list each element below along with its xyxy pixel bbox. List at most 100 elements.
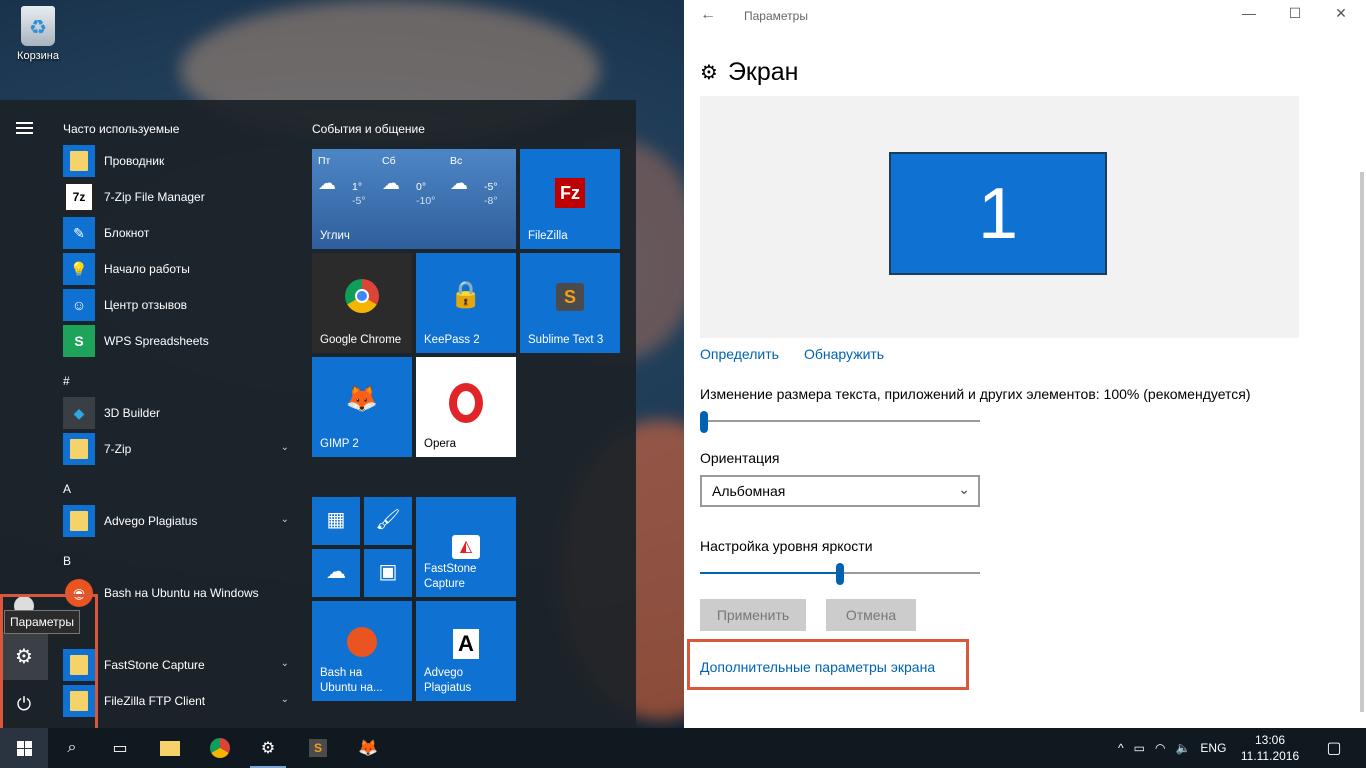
close-button[interactable]: ✕ <box>1318 5 1364 22</box>
gimp-icon[interactable]: 🦊 <box>344 728 392 768</box>
opera-icon <box>416 383 516 430</box>
chevron-down-icon[interactable]: ⌄ <box>281 694 289 705</box>
settings-gear-icon[interactable]: ⚙ <box>0 632 48 680</box>
calculator-tile[interactable]: ▦ <box>312 497 360 545</box>
notepad-icon: ✎ <box>63 217 95 249</box>
recycle-bin[interactable]: Корзина <box>12 6 64 62</box>
tile-label: GIMP 2 <box>320 437 359 450</box>
battery-icon[interactable]: ▭ <box>1134 741 1145 755</box>
weather-day-label: Вс <box>450 155 463 167</box>
volume-icon[interactable]: 🔈 <box>1175 741 1190 755</box>
title-bar: ← Параметры — ☐ ✕ <box>684 0 1366 32</box>
app-label: 7-Zip File Manager <box>104 190 205 204</box>
filezilla-tile[interactable]: Fz FileZilla <box>520 149 620 249</box>
gear-icon: ⚙ <box>700 62 718 84</box>
apply-button[interactable]: Применить <box>700 599 806 631</box>
power-icon[interactable]: ⏻ <box>0 680 48 728</box>
chrome-icon[interactable] <box>196 728 244 768</box>
detect-link[interactable]: Обнаружить <box>804 346 884 362</box>
cloud-icon: ☁ <box>450 173 468 193</box>
bash-tile[interactable]: Bash на Ubuntu на... <box>312 601 412 701</box>
app-label: FileZilla FTP Client <box>104 694 206 708</box>
ubuntu-icon <box>312 627 412 664</box>
sublime-icon[interactable]: S <box>294 728 342 768</box>
hamburger-menu-icon[interactable] <box>16 122 33 137</box>
app-list-item[interactable]: S WPS Spreadsheets <box>63 324 293 358</box>
app-list-item[interactable]: 💡 Начало работы <box>63 252 293 286</box>
tray-icons: ^ ▭ ◠ 🔈 ENG <box>1118 728 1226 768</box>
filezilla-icon: Fz <box>520 175 620 208</box>
identify-link[interactable]: Определить <box>700 346 779 362</box>
app-list-item[interactable]: Advego Plagiatus ⌄ <box>63 504 293 538</box>
scrollbar-thumb[interactable] <box>1360 172 1364 712</box>
opera-tile[interactable]: Opera <box>416 357 516 457</box>
keepass-tile[interactable]: 🔒 KeePass 2 <box>416 253 516 353</box>
tile-label: FastStone Capture <box>424 563 477 590</box>
app-list-item[interactable]: 7-Zip ⌄ <box>63 432 293 466</box>
paint-tile[interactable]: 🖌 <box>364 497 412 545</box>
start-button[interactable] <box>0 728 48 768</box>
notifications-icon[interactable]: ▢ <box>1310 728 1358 768</box>
chevron-down-icon[interactable]: ⌄ <box>281 442 289 453</box>
weather-high: 0° <box>416 181 427 193</box>
back-arrow-icon[interactable]: ← <box>700 6 716 24</box>
chrome-icon <box>312 279 412 320</box>
faststone-tile[interactable]: ◭ FastStone Capture <box>416 497 516 597</box>
app-label: Начало работы <box>104 262 190 276</box>
cancel-button[interactable]: Отмена <box>826 599 916 631</box>
gimp-tile[interactable]: 🦊 GIMP 2 <box>312 357 412 457</box>
slider-thumb[interactable] <box>700 411 708 433</box>
clock[interactable]: 13:06 11.11.2016 <box>1240 732 1300 764</box>
recycle-bin-label: Корзина <box>17 50 59 62</box>
folder-icon <box>63 433 95 465</box>
weather-day-label: Пт <box>318 155 331 167</box>
app-list-item[interactable]: 7z 7-Zip File Manager <box>63 180 293 214</box>
photos-tile[interactable]: ▣ <box>364 549 412 597</box>
clock-date: 11.11.2016 <box>1240 749 1300 764</box>
calculator-icon: ▦ <box>326 509 346 531</box>
slider-thumb[interactable] <box>836 563 844 585</box>
advanced-display-link[interactable]: Дополнительные параметры экрана <box>700 659 935 675</box>
file-explorer-icon[interactable] <box>146 728 194 768</box>
task-view-icon[interactable]: ▭ <box>96 728 144 768</box>
chevron-up-icon[interactable]: ^ <box>1118 741 1124 755</box>
settings-tooltip: Параметры <box>4 610 80 634</box>
feedback-icon: ☺ <box>63 289 95 321</box>
chrome-tile[interactable]: Google Chrome <box>312 253 412 353</box>
weather-small-tile[interactable]: ☁ <box>312 549 360 597</box>
search-icon[interactable]: ⌕ <box>48 728 96 768</box>
monitor-1[interactable]: 1 <box>889 152 1107 275</box>
settings-window: ← Параметры — ☐ ✕ ⚙ Экран 1 Определить О… <box>684 0 1366 728</box>
brightness-slider[interactable] <box>700 563 980 585</box>
maximize-button[interactable]: ☐ <box>1272 5 1318 22</box>
app-list-item[interactable]: FastStone Capture ⌄ <box>63 648 293 682</box>
scrollbar[interactable] <box>1358 96 1366 716</box>
sublime-tile[interactable]: S Sublime Text 3 <box>520 253 620 353</box>
app-list-item[interactable]: ◆ 3D Builder <box>63 396 293 430</box>
app-label: Проводник <box>104 154 165 168</box>
language-indicator[interactable]: ENG <box>1200 741 1226 755</box>
app-list-item[interactable]: ✎ Блокнот <box>63 216 293 250</box>
orientation-label: Ориентация <box>700 450 780 466</box>
wifi-icon[interactable]: ◠ <box>1155 741 1165 755</box>
minimize-button[interactable]: — <box>1226 5 1272 21</box>
app-label: WPS Spreadsheets <box>104 334 209 348</box>
slider-track <box>700 420 980 422</box>
app-list-item[interactable]: Проводник <box>63 144 293 178</box>
weather-tile[interactable]: Пт ☁ 1° -5° Сб ☁ 0° -10° Вс ☁ -5° -8° Углич <box>312 149 516 249</box>
tile-group-header: События и общение <box>312 122 425 136</box>
paint-icon: 🖌 <box>375 509 401 531</box>
taskbar: ⌕ ▭ ⚙ S 🦊 ^ ▭ ◠ 🔈 ENG 13:06 11.11.2016 ▢ <box>0 728 1366 768</box>
scale-slider[interactable] <box>700 411 980 433</box>
app-list-item[interactable]: FileZilla FTP Client ⌄ <box>63 684 293 718</box>
orientation-select[interactable]: Альбомная ⌄ <box>700 475 980 507</box>
app-list-item[interactable]: ☺ Центр отзывов <box>63 288 293 322</box>
lightbulb-icon: 💡 <box>63 253 95 285</box>
chevron-down-icon[interactable]: ⌄ <box>281 658 289 669</box>
advego-tile[interactable]: A Advego Plagiatus <box>416 601 516 701</box>
settings-gear-icon[interactable]: ⚙ <box>244 728 292 768</box>
weather-low: -8° <box>484 194 498 207</box>
app-list-item[interactable]: ◉ Bash на Ubuntu на Windows <box>63 576 293 610</box>
sublime-icon: S <box>520 279 620 311</box>
chevron-down-icon[interactable]: ⌄ <box>281 514 289 525</box>
